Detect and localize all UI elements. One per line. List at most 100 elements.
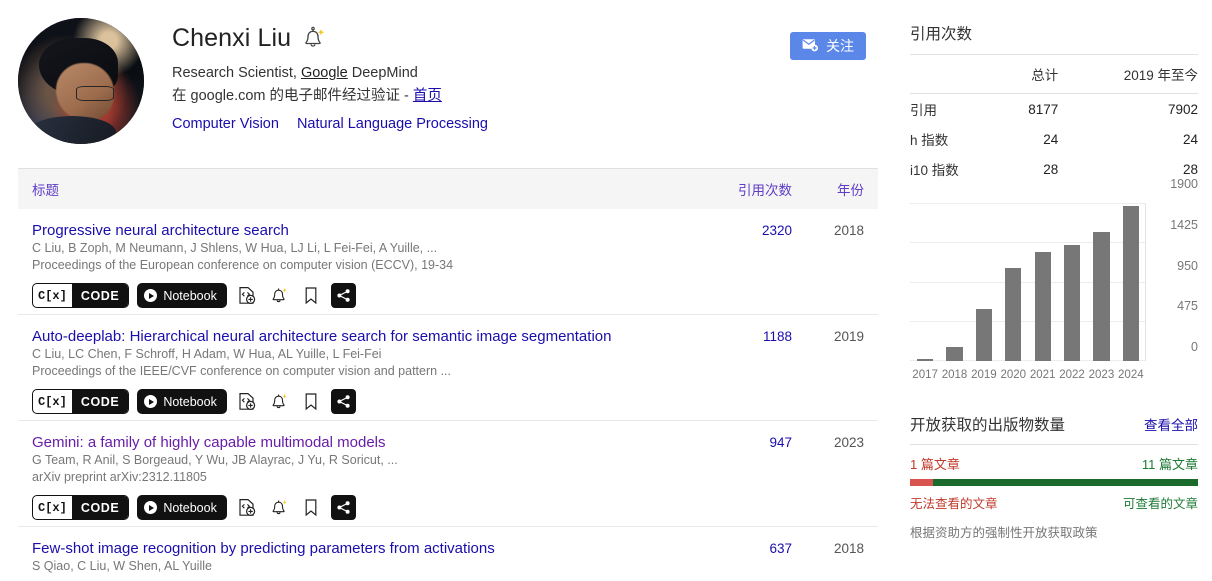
code-badge[interactable]: C[x] CODE <box>32 283 130 308</box>
citation-stats-table: 总计 2019 年至今 引用 8177 7902 h 指数 24 24 i10 … <box>910 55 1198 184</box>
share-icon[interactable] <box>330 495 356 520</box>
chart-bar-column[interactable] <box>1088 204 1114 361</box>
chart-plot-area <box>910 203 1146 361</box>
stats-row-since: 24 <box>1182 131 1198 147</box>
follow-button[interactable]: 关注 <box>790 32 866 60</box>
column-header-citations[interactable]: 引用次数 <box>696 179 792 199</box>
publication-title-link[interactable]: Gemini: a family of highly capable multi… <box>32 433 696 452</box>
chart-x-tick-label: 2024 <box>1118 369 1144 381</box>
share-icon[interactable] <box>330 389 356 414</box>
chart-bar-column[interactable] <box>941 204 967 361</box>
chart-bar[interactable] <box>1122 205 1139 361</box>
chart-bar-column[interactable] <box>1000 204 1026 361</box>
open-access-bar-unavailable <box>910 479 934 486</box>
sidebar: 引用次数 总计 2019 年至今 引用 8177 7902 h 指数 24 24… <box>896 0 1212 581</box>
publication-citation-count[interactable]: 637 <box>696 539 792 575</box>
affiliation-org-link[interactable]: Google <box>301 65 348 81</box>
publication-authors: S Qiao, C Liu, W Shen, AL Yuille <box>32 559 212 573</box>
bell-sparkle-icon[interactable] <box>267 495 291 520</box>
publication-authors: C Liu, LC Chen, F Schroff, H Adam, W Hua… <box>32 347 382 361</box>
table-row: Gemini: a family of highly capable multi… <box>18 421 878 527</box>
publication-venue: Proceedings of the IEEE/CVF conference o… <box>32 364 451 378</box>
chart-bar[interactable] <box>946 346 963 361</box>
open-access-view-all-link[interactable]: 查看全部 <box>1144 414 1198 434</box>
chart-bar[interactable] <box>975 309 992 361</box>
play-icon <box>144 395 158 408</box>
publication-year: 2018 <box>833 223 864 238</box>
notebook-badge[interactable]: Notebook <box>137 389 227 414</box>
publication-main: Progressive neural architecture search C… <box>32 221 696 308</box>
open-access-available-count[interactable]: 11 篇文章 <box>1142 454 1198 473</box>
publication-actions: C[x] CODE Notebook <box>32 389 696 414</box>
publication-title-link[interactable]: Few-shot image recognition by predicting… <box>32 539 696 558</box>
notebook-badge-label: Notebook <box>163 500 217 515</box>
page-title: Chenxi Liu <box>172 24 292 52</box>
code-badge-mark: C[x] <box>38 394 67 409</box>
code-add-icon[interactable] <box>235 283 259 308</box>
publication-citation-count[interactable]: 2320 <box>696 221 792 308</box>
publication-year: 2023 <box>833 435 864 450</box>
chart-bar[interactable] <box>916 358 934 361</box>
publication-title-link[interactable]: Progressive neural architecture search <box>32 221 696 240</box>
code-badge[interactable]: C[x] CODE <box>32 389 130 414</box>
stats-row: i10 指数 28 28 <box>910 154 1198 184</box>
publication-citation-count[interactable]: 1188 <box>696 327 792 414</box>
bell-sparkle-icon[interactable] <box>267 389 291 414</box>
chart-y-tick-label: 950 <box>1177 258 1198 273</box>
homepage-link[interactable]: 首页 <box>413 88 442 104</box>
stats-row: 引用 8177 7902 <box>910 94 1198 125</box>
chart-bar-column[interactable] <box>971 204 997 361</box>
stats-row-label: 引用 <box>910 103 937 118</box>
notebook-badge[interactable]: Notebook <box>137 283 227 308</box>
interest-tag-0[interactable]: Computer Vision <box>172 116 279 132</box>
publication-year: 2018 <box>833 541 864 556</box>
chart-bar-column[interactable] <box>1059 204 1085 361</box>
bell-sparkle-icon[interactable] <box>267 283 291 308</box>
open-access-available-label: 可查看的文章 <box>1122 497 1198 511</box>
chart-bar[interactable] <box>1034 251 1051 361</box>
chart-x-tick-label: 2020 <box>1000 369 1027 381</box>
chart-bars <box>910 204 1146 361</box>
affiliation-prefix: Research Scientist, <box>172 65 301 81</box>
chart-bar[interactable] <box>1005 268 1022 361</box>
open-access-bar-available <box>933 479 1198 486</box>
publication-title-link[interactable]: Auto-deeplab: Hierarchical neural archit… <box>32 327 696 346</box>
table-row: Auto-deeplab: Hierarchical neural archit… <box>18 315 878 421</box>
interest-tag-1[interactable]: Natural Language Processing <box>297 116 488 132</box>
citations-section-title: 引用次数 <box>910 26 973 43</box>
chart-bar-column[interactable] <box>912 204 938 361</box>
chart-y-tick-label: 475 <box>1177 299 1198 314</box>
profile-info: Chenxi Liu Research Scientist, Google De… <box>172 18 896 144</box>
avatar[interactable] <box>18 18 144 144</box>
avatar-shoulder <box>28 116 117 144</box>
chart-y-tick-label: 1425 <box>1170 217 1198 232</box>
column-header-title[interactable]: 标题 <box>32 179 696 199</box>
code-badge-label: CODE <box>71 496 129 519</box>
stats-header-since: 2019 年至今 <box>1058 55 1198 94</box>
bookmark-icon[interactable] <box>299 283 323 308</box>
code-badge[interactable]: C[x] CODE <box>32 495 130 520</box>
bell-sparkle-icon[interactable] <box>301 25 327 53</box>
stats-body: 引用 8177 7902 h 指数 24 24 i10 指数 28 28 <box>910 94 1198 185</box>
code-add-icon[interactable] <box>235 495 259 520</box>
chart-bar[interactable] <box>1093 232 1110 361</box>
publication-citation-count[interactable]: 947 <box>696 433 792 520</box>
chart-bar-column[interactable] <box>1118 204 1144 361</box>
bookmark-icon[interactable] <box>299 495 323 520</box>
notebook-badge[interactable]: Notebook <box>137 495 227 520</box>
publication-venue: Proceedings of the European conference o… <box>32 258 454 272</box>
open-access-bar <box>910 479 1198 486</box>
code-add-icon[interactable] <box>235 389 259 414</box>
share-icon[interactable] <box>330 283 356 308</box>
open-access-unavailable-count[interactable]: 1 篇文章 <box>910 454 960 473</box>
follow-button-label: 关注 <box>826 38 854 54</box>
chart-x-tick-label: 2021 <box>1029 369 1056 381</box>
column-header-year[interactable]: 年份 <box>792 179 864 199</box>
chart-bar-column[interactable] <box>1030 204 1056 361</box>
bookmark-icon[interactable] <box>299 389 323 414</box>
open-access-unavailable-label: 无法查看的文章 <box>910 497 998 511</box>
chart-bar[interactable] <box>1063 245 1081 361</box>
publication-authors: C Liu, B Zoph, M Neumann, J Shlens, W Hu… <box>32 241 438 255</box>
affiliation-suffix: DeepMind <box>347 65 418 81</box>
chart-x-axis: 2017 2018 2019 2020 2021 2022 2023 2024 <box>910 369 1146 381</box>
